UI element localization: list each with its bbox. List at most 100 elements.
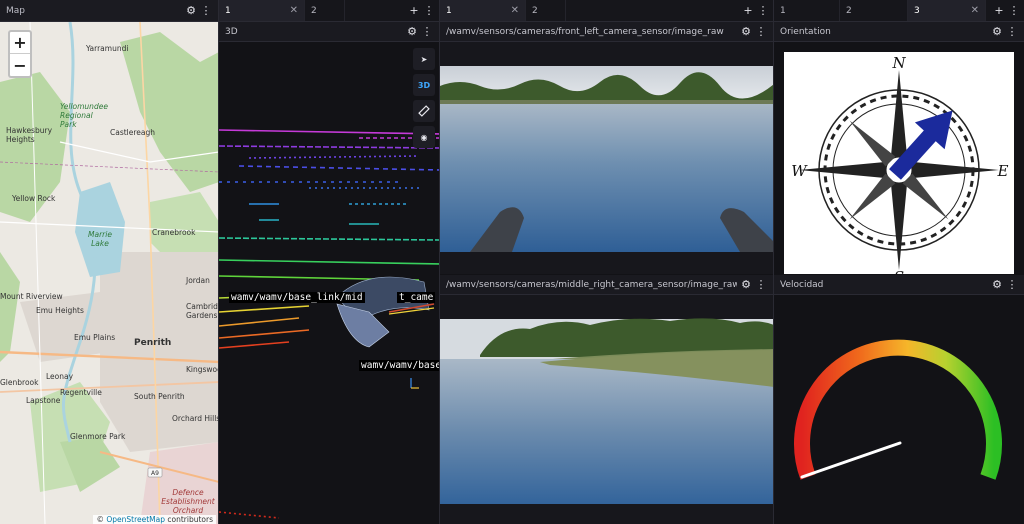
place-label: Glenmore Park — [70, 432, 126, 441]
place-label: Emu Heights — [36, 306, 84, 315]
viewer-tabbar: 1 ✕ 2 + ⋮ — [219, 0, 439, 22]
front-camera-image — [440, 66, 773, 252]
toggle-3d-button[interactable]: 3D — [413, 74, 435, 96]
viewer-title: 3D — [225, 26, 238, 37]
map-panel: Map ⚙ ⋮ A9 + − Yarramundi Hawkesbury Hei… — [0, 0, 219, 524]
tab-1[interactable]: 1 ✕ — [440, 0, 526, 21]
place-label: Leonay — [46, 372, 74, 381]
front-camera-header: /wamv/sensors/cameras/front_left_camera_… — [440, 22, 773, 42]
gear-icon[interactable]: ⚙ — [740, 25, 752, 38]
compass-background: N S W E — [784, 52, 1014, 274]
compass-rose: N S W E — [791, 54, 1009, 274]
lake-label: Marrie Lake — [88, 230, 112, 248]
place-label: Emu Plains — [74, 333, 116, 342]
tab-2[interactable]: 2 — [526, 0, 566, 21]
more-icon[interactable]: ⋮ — [755, 278, 767, 291]
select-tool-icon[interactable]: ➤ — [413, 48, 435, 70]
frame-label: t_came — [397, 292, 436, 303]
gear-icon[interactable]: ⚙ — [740, 278, 752, 291]
middle-camera-view[interactable] — [440, 295, 773, 524]
publish-point-icon[interactable]: ◉ — [413, 126, 435, 148]
defence-label: Defence Establishment Orchard — [161, 488, 215, 515]
tab-actions: + ⋮ — [405, 0, 439, 21]
map-tiles: A9 — [0, 22, 218, 524]
zoom-control: + − — [8, 30, 32, 78]
more-icon[interactable]: ⋮ — [755, 25, 767, 38]
viewer-header: 3D ⚙ ⋮ — [219, 22, 439, 42]
tab-3[interactable]: 3 ✕ — [908, 0, 986, 21]
compass-east: E — [997, 162, 1009, 180]
camera-tabbar: 1 ✕ 2 + ⋮ — [440, 0, 773, 22]
tab-2[interactable]: 2 — [305, 0, 345, 21]
more-icon[interactable]: ⋮ — [757, 4, 769, 17]
map-title: Map — [6, 5, 25, 16]
place-label: Mount Riverview — [0, 292, 63, 301]
place-label: Cambridge Gardens — [186, 302, 218, 320]
map-view[interactable]: A9 + − Yarramundi Hawkesbury Heights Cas… — [0, 22, 218, 524]
front-camera-title: /wamv/sensors/cameras/front_left_camera_… — [446, 26, 724, 37]
velocity-gauge-view — [774, 295, 1024, 524]
close-icon[interactable]: ✕ — [971, 5, 979, 16]
gear-icon[interactable]: ⚙ — [185, 4, 197, 17]
place-label: Castlereagh — [110, 128, 156, 137]
orientation-title: Orientation — [780, 26, 831, 37]
velocity-gauge — [794, 339, 1002, 480]
place-label: Lapstone — [26, 396, 61, 405]
tab-1[interactable]: 1 ✕ — [219, 0, 305, 21]
add-tab-icon[interactable]: + — [408, 4, 420, 17]
more-icon[interactable]: ⋮ — [421, 25, 433, 38]
gear-icon[interactable]: ⚙ — [991, 278, 1003, 291]
add-tab-icon[interactable]: + — [742, 4, 754, 17]
place-label: Yarramundi — [86, 44, 129, 53]
place-label: Jordan — [186, 276, 210, 285]
place-label: Orchard Hills — [172, 414, 218, 423]
road-badge-label: A9 — [151, 470, 159, 477]
place-label: Kingswood — [186, 365, 218, 374]
zoom-out-button[interactable]: − — [10, 54, 30, 76]
tab-2[interactable]: 2 — [840, 0, 908, 21]
tab-label: 2 — [846, 5, 852, 16]
more-icon[interactable]: ⋮ — [423, 4, 435, 17]
velocity-title: Velocidad — [780, 279, 824, 290]
gear-icon[interactable]: ⚙ — [406, 25, 418, 38]
middle-camera-image — [440, 318, 773, 504]
place-label: Penrith — [134, 338, 172, 348]
map-attribution: © OpenStreetMap contributors — [93, 515, 216, 524]
attribution-suffix: contributors — [165, 515, 213, 524]
tab-label: 3 — [914, 5, 920, 16]
place-label: Regentville — [60, 388, 102, 397]
more-icon[interactable]: ⋮ — [1008, 4, 1020, 17]
close-icon[interactable]: ✕ — [511, 5, 519, 16]
frame-label: wamv/wamv/base_ — [359, 360, 439, 371]
more-icon[interactable]: ⋮ — [1006, 25, 1018, 38]
close-icon[interactable]: ✕ — [290, 5, 298, 16]
map-header: Map ⚙ ⋮ — [0, 0, 218, 22]
tab-label: 2 — [311, 5, 317, 16]
frame-label: wamv/wamv/base_link/mid — [229, 292, 365, 303]
camera-panel: 1 ✕ 2 + ⋮ /wamv/sensors/cameras/front_le… — [440, 0, 774, 524]
orientation-panel: 1 2 3 ✕ + ⋮ Orientation ⚙ ⋮ N W E Veloci… — [774, 0, 1024, 524]
velocity-header: Velocidad ⚙ ⋮ — [774, 275, 1024, 295]
compass-north: N — [891, 54, 906, 72]
app-root: Map ⚙ ⋮ A9 + − Yarramundi Hawkesbury Hei… — [0, 0, 1024, 524]
middle-camera-header: /wamv/sensors/cameras/middle_right_camer… — [440, 275, 773, 295]
gear-icon[interactable]: ⚙ — [991, 25, 1003, 38]
more-icon[interactable]: ⋮ — [200, 4, 212, 17]
gauge-needle — [800, 441, 902, 479]
add-tab-icon[interactable]: + — [993, 4, 1005, 17]
tab-actions: + ⋮ — [739, 0, 773, 21]
zoom-in-button[interactable]: + — [10, 32, 30, 54]
tab-1[interactable]: 1 — [774, 0, 840, 21]
tab-actions: + ⋮ — [990, 0, 1024, 21]
right-tabbar: 1 2 3 ✕ + ⋮ — [774, 0, 1024, 22]
osm-link[interactable]: OpenStreetMap — [106, 515, 165, 524]
place-label: South Penrith — [134, 392, 185, 401]
front-camera-view[interactable] — [440, 42, 773, 274]
tab-label: 1 — [780, 5, 786, 16]
middle-camera-title: /wamv/sensors/cameras/middle_right_camer… — [446, 279, 737, 290]
attribution-symbol: © — [96, 515, 104, 524]
viewer-3d-canvas[interactable]: ➤ 3D ◉ wamv/wamv/base_link/mid t_came wa… — [219, 42, 439, 524]
more-icon[interactable]: ⋮ — [1006, 278, 1018, 291]
orientation-header: Orientation ⚙ ⋮ — [774, 22, 1024, 42]
measure-ruler-icon[interactable] — [413, 100, 435, 122]
